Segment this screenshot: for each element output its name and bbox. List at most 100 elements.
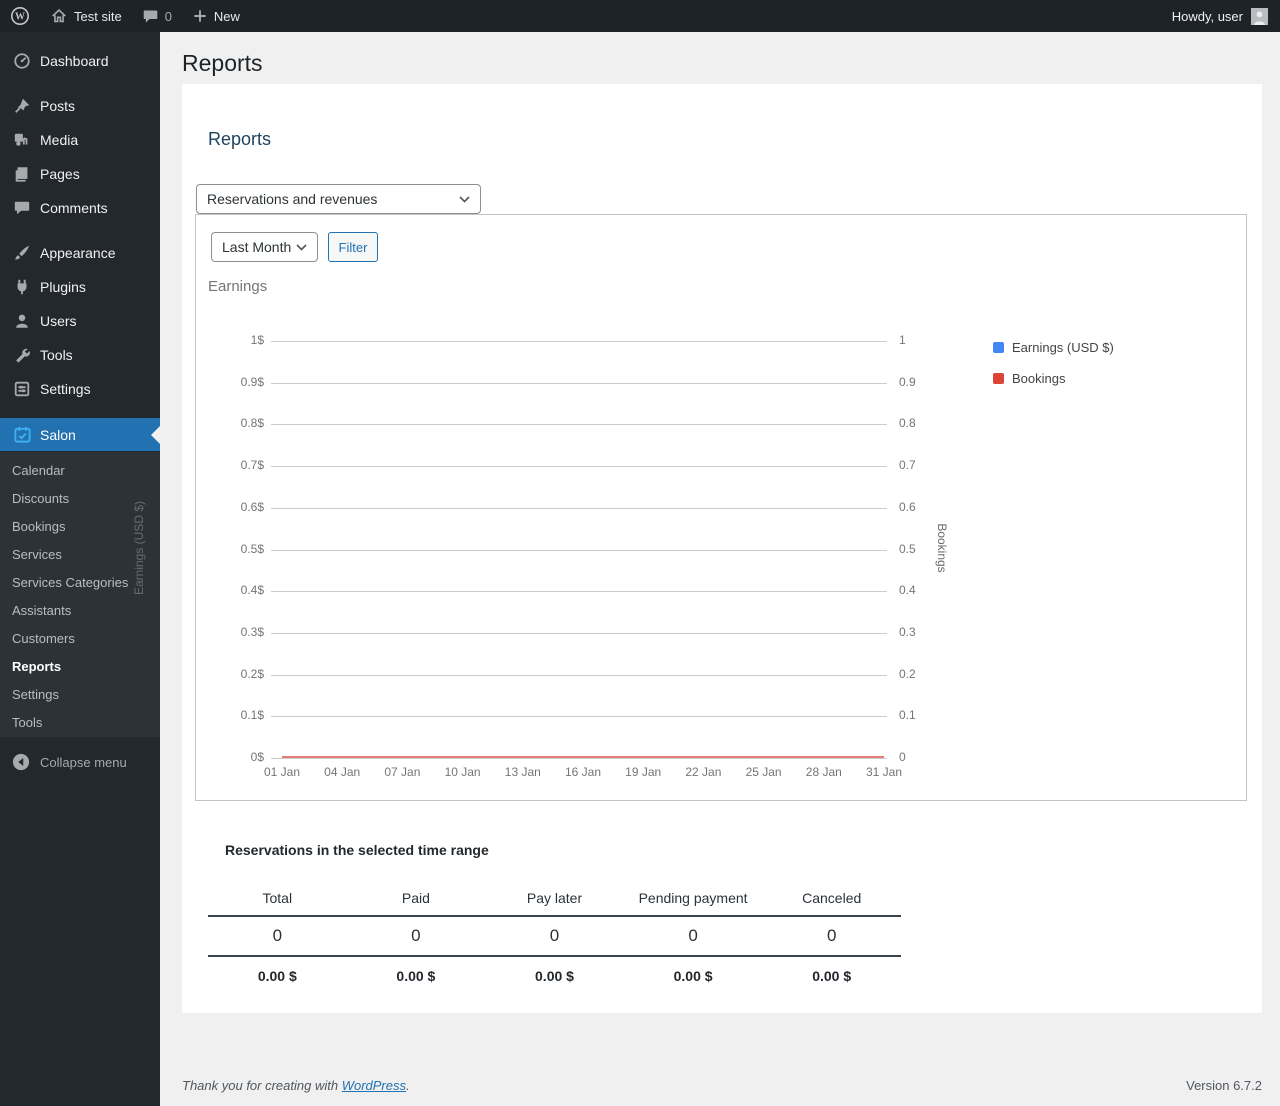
left-axis-tick-label: 0.9$ — [196, 375, 264, 389]
bookings-zero-line — [282, 756, 884, 758]
col-header-pay-later: Pay later — [485, 880, 624, 916]
dashboard-icon — [12, 51, 32, 71]
x-axis-tick-label: 04 Jan — [312, 765, 372, 779]
site-name-label: Test site — [74, 9, 122, 24]
account-menu[interactable]: Howdy, user — [1172, 8, 1280, 25]
left-axis-title: Earnings (USD $) — [132, 458, 146, 638]
sidebar-item-settings[interactable]: Settings — [0, 372, 160, 406]
right-axis-tick-label: 0.4 — [899, 583, 959, 597]
comments-shortcut[interactable]: 0 — [132, 0, 182, 32]
summary-counts-row: 0 0 0 0 0 — [208, 916, 901, 956]
sidebar-item-label: Dashboard — [40, 53, 109, 69]
sidebar-item-label: Settings — [40, 381, 91, 397]
amount-pay-later: 0.00 $ — [485, 956, 624, 994]
new-label: New — [214, 9, 240, 24]
x-axis-tick-label: 13 Jan — [493, 765, 553, 779]
sidebar-item-label: Posts — [40, 98, 75, 114]
sidebar-item-media[interactable]: Media — [0, 123, 160, 157]
right-axis-tick-label: 0.9 — [899, 375, 959, 389]
submenu-item-reports[interactable]: Reports — [0, 653, 160, 681]
sidebar-item-comments[interactable]: Comments — [0, 191, 160, 225]
col-header-pending-payment: Pending payment — [624, 880, 763, 916]
chart-gridline — [271, 675, 887, 676]
right-axis-tick-label: 0.2 — [899, 667, 959, 681]
x-axis-tick-label: 10 Jan — [433, 765, 493, 779]
legend-swatch — [993, 373, 1004, 384]
submenu-item-settings[interactable]: Settings — [0, 681, 160, 709]
left-axis-tick-label: 0.4$ — [196, 583, 264, 597]
reservations-summary-table: Total Paid Pay later Pending payment Can… — [208, 880, 901, 994]
x-axis-tick-label: 28 Jan — [794, 765, 854, 779]
x-axis-tick-label: 25 Jan — [734, 765, 794, 779]
count-pending-payment: 0 — [624, 916, 763, 956]
right-axis-tick-label: 0.8 — [899, 416, 959, 430]
legend-label: Earnings (USD $) — [1012, 340, 1114, 355]
wordpress-logo-menu[interactable]: W — [0, 0, 40, 32]
count-paid: 0 — [347, 916, 486, 956]
active-menu-arrow — [151, 426, 160, 444]
submenu-item-tools[interactable]: Tools — [0, 709, 160, 737]
sidebar-item-appearance[interactable]: Appearance — [0, 236, 160, 270]
appearance-brush-icon — [12, 243, 32, 263]
reports-card-heading: Reports — [208, 129, 271, 150]
sidebar-item-label: Media — [40, 132, 78, 148]
chart-gridline — [271, 758, 887, 759]
count-total: 0 — [208, 916, 347, 956]
wordpress-admin-screen: W Test site 0 New Howdy, user — [0, 0, 1280, 1106]
footer-thanks-text: Thank you for creating with — [182, 1078, 338, 1093]
pin-icon — [12, 96, 32, 116]
admin-bar: W Test site 0 New Howdy, user — [0, 0, 1280, 32]
count-canceled: 0 — [762, 916, 901, 956]
plugin-icon — [12, 277, 32, 297]
amount-canceled: 0.00 $ — [762, 956, 901, 994]
summary-table-heading: Reservations in the selected time range — [225, 842, 489, 858]
chart-legend: Earnings (USD $) Bookings — [993, 337, 1114, 399]
sidebar-item-users[interactable]: Users — [0, 304, 160, 338]
chart-gridline — [271, 466, 887, 467]
sidebar-item-posts[interactable]: Posts — [0, 89, 160, 123]
home-icon — [50, 7, 68, 25]
report-type-value: Reservations and revenues — [207, 191, 377, 207]
left-axis-tick-label: 1$ — [196, 333, 264, 347]
right-axis-tick-label: 0.7 — [899, 458, 959, 472]
sidebar-item-salon[interactable]: Salon — [0, 418, 160, 451]
collapse-arrow-icon — [12, 753, 30, 771]
footer-version: Version 6.7.2 — [1186, 1078, 1262, 1093]
new-content-menu[interactable]: New — [182, 0, 250, 32]
col-header-paid: Paid — [347, 880, 486, 916]
collapse-menu-button[interactable]: Collapse menu — [0, 748, 160, 776]
sidebar-item-plugins[interactable]: Plugins — [0, 270, 160, 304]
sidebar-item-label: Salon — [40, 427, 76, 443]
chart-gridline — [271, 591, 887, 592]
comment-count-badge: 0 — [165, 9, 172, 24]
right-axis-tick-label: 0.1 — [899, 708, 959, 722]
x-axis-tick-label: 22 Jan — [673, 765, 733, 779]
site-link[interactable]: Test site — [40, 0, 132, 32]
col-header-total: Total — [208, 880, 347, 916]
sidebar-item-tools[interactable]: Tools — [0, 338, 160, 372]
x-axis-tick-label: 07 Jan — [372, 765, 432, 779]
footer-suffix: . — [406, 1078, 410, 1093]
sidebar-item-pages[interactable]: Pages — [0, 157, 160, 191]
user-icon — [12, 311, 32, 331]
report-type-select[interactable]: Reservations and revenues — [196, 184, 481, 214]
right-axis-tick-label: 0.5 — [899, 542, 959, 556]
col-header-canceled: Canceled — [762, 880, 901, 916]
left-axis-tick-label: 0.6$ — [196, 500, 264, 514]
left-axis-tick-label: 0.3$ — [196, 625, 264, 639]
x-axis-tick-label: 01 Jan — [252, 765, 312, 779]
legend-entry: Bookings — [993, 368, 1114, 389]
right-axis-tick-label: 0.3 — [899, 625, 959, 639]
comments-icon — [12, 198, 32, 218]
sidebar-item-dashboard[interactable]: Dashboard — [0, 44, 160, 78]
left-axis-tick-label: 0.5$ — [196, 542, 264, 556]
legend-label: Bookings — [1012, 371, 1065, 386]
sidebar-item-label: Tools — [40, 347, 73, 363]
sidebar-item-label: Comments — [40, 200, 108, 216]
plus-icon — [192, 8, 208, 24]
legend-entry: Earnings (USD $) — [993, 337, 1114, 358]
chart-gridline — [271, 383, 887, 384]
wordpress-link[interactable]: WordPress — [342, 1078, 406, 1093]
left-axis-tick-label: 0.7$ — [196, 458, 264, 472]
x-axis-tick-label: 31 Jan — [854, 765, 914, 779]
